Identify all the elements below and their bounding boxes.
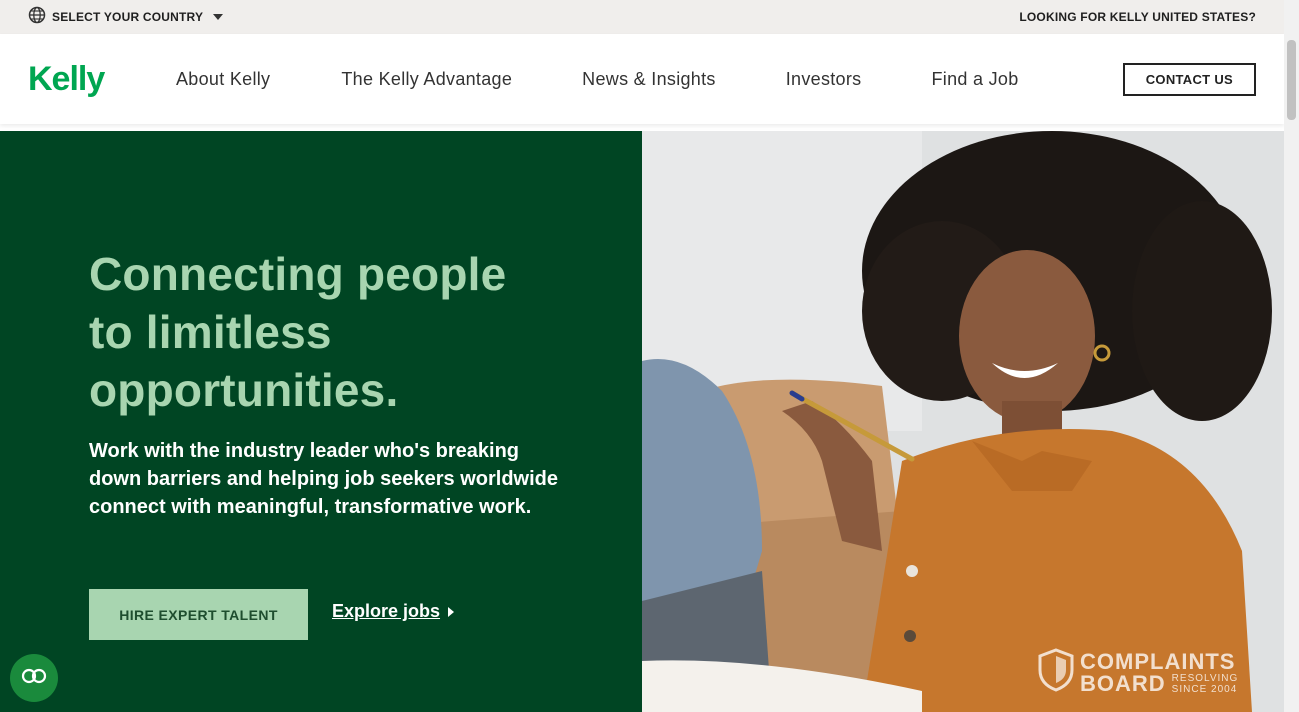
chevron-right-icon [448,606,455,617]
scrollbar-thumb[interactable] [1287,40,1296,120]
hero-title: Connecting people to limitless opportuni… [89,248,507,416]
watermark-tag1: RESOLVING [1171,672,1239,684]
chat-icon [21,668,47,689]
explore-jobs-label: Explore jobs [332,601,441,621]
us-site-link[interactable]: LOOKING FOR KELLY UNITED STATES? [1019,10,1256,24]
woman-smiling-photo [642,131,1284,712]
chat-button[interactable] [10,654,58,702]
hero-text-panel: Connecting people to limitless opportuni… [0,131,642,712]
country-selector[interactable]: SELECT YOUR COUNTRY [28,6,224,29]
kelly-logo[interactable]: Kelly [28,60,176,99]
main-header: Kelly About Kelly The Kelly Advantage Ne… [0,34,1284,124]
shield-icon [1038,648,1074,697]
globe-icon [28,6,46,29]
nav-investors[interactable]: Investors [786,69,862,90]
country-select-label: SELECT YOUR COUNTRY [52,10,204,24]
utility-bar: SELECT YOUR COUNTRY LOOKING FOR KELLY UN… [0,0,1284,34]
explore-jobs-link[interactable]: Explore jobs [332,601,455,622]
hero-photo [642,131,1284,712]
hero-section: Connecting people to limitless opportuni… [0,131,1284,712]
watermark-tag2: SINCE 2004 [1171,683,1238,695]
complaints-board-watermark: COMPLAINTS BOARD RESOLVING SINCE 2004 [1038,648,1238,697]
nav-news-insights[interactable]: News & Insights [582,69,716,90]
watermark-line2: BOARD [1080,670,1166,696]
nav-about-kelly[interactable]: About Kelly [176,69,270,90]
nav-kelly-advantage[interactable]: The Kelly Advantage [341,69,512,90]
main-nav: About Kelly The Kelly Advantage News & I… [176,69,1123,90]
nav-find-a-job[interactable]: Find a Job [931,69,1018,90]
contact-us-button[interactable]: CONTACT US [1122,62,1256,96]
hero-subtitle: Work with the industry leader who's brea… [89,440,558,518]
chevron-down-icon [213,14,224,20]
page-scrollbar[interactable] [1284,0,1299,712]
watermark-line1: COMPLAINTS [1080,648,1236,674]
hire-expert-talent-button[interactable]: HIRE EXPERT TALENT [89,589,308,640]
